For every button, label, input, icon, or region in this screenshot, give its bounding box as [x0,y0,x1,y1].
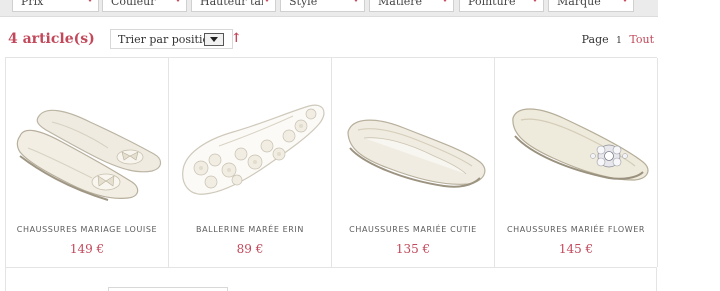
product-image[interactable] [497,70,655,205]
filter-label: Prix [21,0,44,8]
product-name[interactable]: BALLERINE MARÉE ERIN [169,225,331,234]
show-all-link[interactable]: Tout [629,33,654,46]
product-price: 149 € [69,242,105,256]
product-name[interactable]: CHAUSSURES MARIÉE FLOWER [495,225,657,234]
product-name[interactable]: CHAUSSURES MARIÉE CUTIE [332,225,494,234]
dropdown-arrow-icon [264,0,270,2]
filter-price-select[interactable]: Prix [12,0,99,12]
filter-label: Matière [378,0,423,8]
sort-direction-arrow-icon[interactable]: ↑ [231,31,242,46]
filter-bar: Prix Couleur Hauteur talon Style Matière… [0,0,658,17]
filter-label: Hauteur talon [200,0,263,8]
filter-label: Couleur [111,0,156,8]
filter-material-select[interactable]: Matière [369,0,454,12]
page-number[interactable]: 1 [616,36,622,46]
sort-label: Trier par position [118,33,217,46]
product-card[interactable]: CHAUSSURES MARIAGE LOUISE 149 € [6,58,169,267]
dropdown-arrow-icon [87,0,93,2]
product-grid: CHAUSSURES MARIAGE LOUISE 149 € BALLERIN… [5,57,658,268]
product-card[interactable]: BALLERINE MARÉE ERIN 89 € [169,58,332,267]
product-image[interactable] [8,70,166,205]
filter-heel-height-select[interactable]: Hauteur talon [191,0,276,12]
dropdown-arrow-icon [442,0,448,2]
product-image[interactable] [171,70,329,205]
product-price: 135 € [395,242,431,256]
product-card[interactable]: CHAUSSURES MARIÉE FLOWER 145 € [495,58,658,267]
filter-brand-select[interactable]: Marque [548,0,634,12]
filter-label: Marque [557,0,601,8]
filter-label: Style [289,0,318,8]
filter-color-select[interactable]: Couleur [102,0,187,12]
page-label: Page [581,33,609,46]
bottom-sort-box[interactable] [108,287,228,291]
filter-label: Pointure [468,0,516,8]
dropdown-arrow-icon [353,0,359,2]
dropdown-arrow-icon [532,0,538,2]
product-card[interactable]: CHAUSSURES MARIÉE CUTIE 135 € [332,58,495,267]
dropdown-arrow-icon [175,0,181,2]
product-price: 89 € [236,242,264,256]
bottom-toolbar [5,267,657,291]
pager: Page 1 Tout [582,33,654,46]
product-name[interactable]: CHAUSSURES MARIAGE LOUISE [6,225,168,234]
dropdown-arrow-icon [622,0,628,2]
sort-box: Trier par position [110,29,233,49]
filter-size-select[interactable]: Pointure [459,0,544,12]
sort-dropdown[interactable] [204,33,224,46]
filter-style-select[interactable]: Style [280,0,365,12]
product-image[interactable] [334,70,492,205]
product-price: 145 € [558,242,594,256]
product-count: 4 article(s) [8,31,95,47]
